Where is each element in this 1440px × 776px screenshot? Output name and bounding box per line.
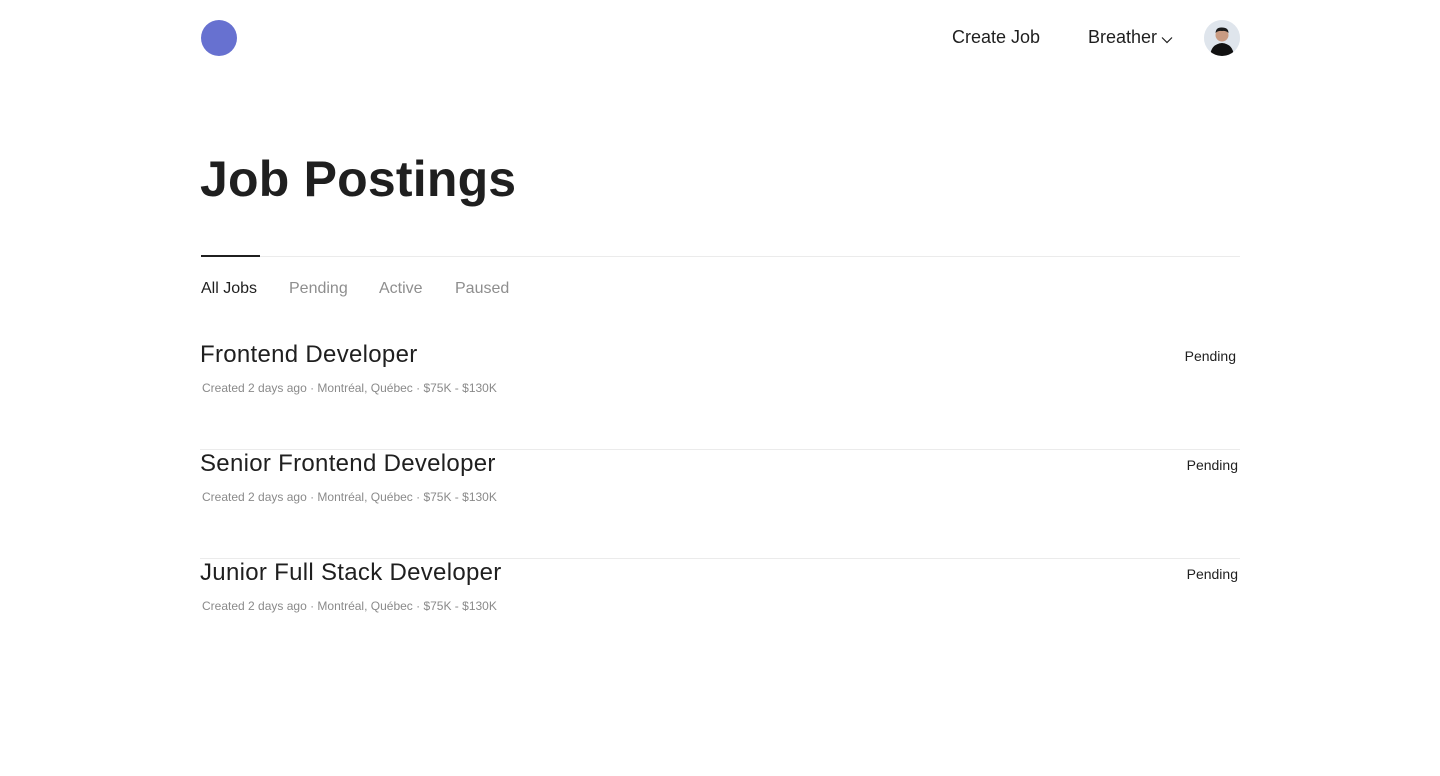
job-list-item[interactable]: Junior Full Stack Developer Created 2 da… <box>200 559 1240 668</box>
job-status: Pending <box>1184 348 1236 364</box>
job-list-item[interactable]: Frontend Developer Created 2 days ago · … <box>200 341 1240 450</box>
job-title[interactable]: Frontend Developer <box>200 341 418 369</box>
job-meta: Created 2 days ago · Montréal, Québec · … <box>202 381 497 395</box>
top-header: Create Job Breather <box>201 20 1240 56</box>
tab-paused[interactable]: Paused <box>455 280 509 298</box>
chevron-down-icon <box>1161 36 1173 43</box>
job-status: Pending <box>1186 457 1238 473</box>
organization-dropdown[interactable]: Breather <box>1088 27 1173 48</box>
tab-pending[interactable]: Pending <box>289 280 348 298</box>
logo-icon[interactable] <box>201 20 237 56</box>
page-title: Job Postings <box>200 151 517 207</box>
user-avatar[interactable] <box>1204 20 1240 56</box>
job-title[interactable]: Senior Frontend Developer <box>200 450 496 478</box>
tab-all-jobs[interactable]: All Jobs <box>201 280 257 298</box>
job-list-item[interactable]: Senior Frontend Developer Created 2 days… <box>200 450 1240 559</box>
job-meta: Created 2 days ago · Montréal, Québec · … <box>202 490 497 504</box>
tab-active[interactable]: Active <box>379 280 423 298</box>
job-meta: Created 2 days ago · Montréal, Québec · … <box>202 599 497 613</box>
create-job-link[interactable]: Create Job <box>952 27 1040 48</box>
job-status: Pending <box>1186 566 1238 582</box>
active-tab-indicator <box>201 255 260 257</box>
job-title[interactable]: Junior Full Stack Developer <box>200 559 502 587</box>
job-status-tabs: All Jobs Pending Active Paused <box>201 255 1240 300</box>
organization-label: Breather <box>1088 27 1158 47</box>
avatar-icon <box>1204 20 1240 56</box>
